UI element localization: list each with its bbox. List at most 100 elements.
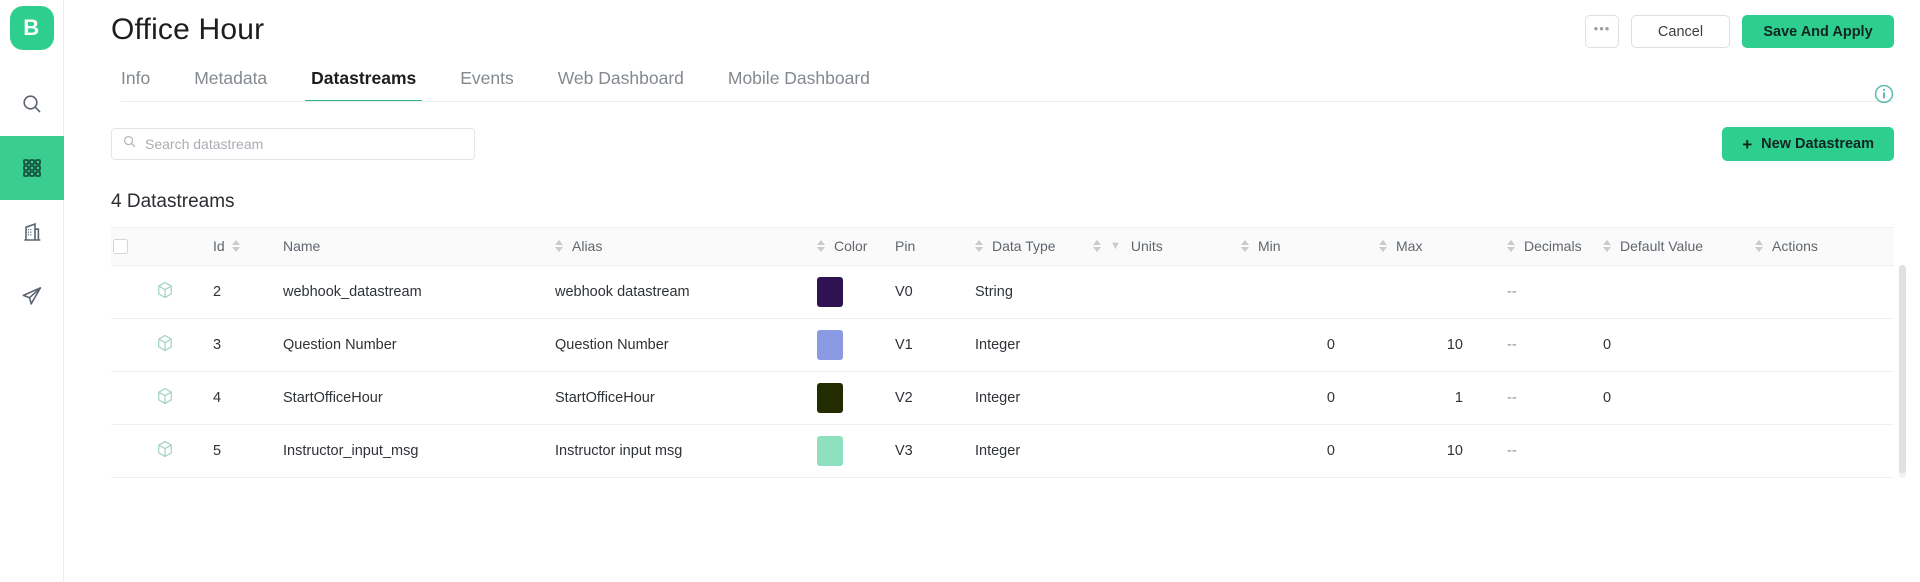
th-min-label: Min bbox=[1258, 238, 1281, 255]
cell-data-type: Integer bbox=[973, 424, 1091, 478]
sidebar-item-apps[interactable] bbox=[0, 136, 64, 200]
sort-min-control[interactable] bbox=[1379, 240, 1387, 253]
paper-plane-icon bbox=[20, 284, 44, 308]
page-title: Office Hour bbox=[111, 13, 265, 46]
save-and-apply-button[interactable]: Save And Apply bbox=[1742, 15, 1894, 48]
cell-default-value: 0 bbox=[1601, 318, 1753, 372]
tab-web-dashboard[interactable]: Web Dashboard bbox=[536, 62, 706, 102]
sidebar-item-send[interactable] bbox=[0, 264, 64, 328]
th-data-type: Data Type bbox=[973, 228, 1091, 265]
cell-actions[interactable] bbox=[1753, 264, 1894, 319]
cell-default-value bbox=[1601, 424, 1753, 478]
cell-min bbox=[1239, 264, 1377, 319]
row-datastream-icon-cell bbox=[153, 264, 211, 319]
cell-max: 1 bbox=[1377, 371, 1505, 425]
row-select-cell bbox=[111, 318, 153, 372]
row-datastream-icon-cell bbox=[153, 318, 211, 372]
cell-data-type: Integer bbox=[973, 318, 1091, 372]
cell-max: 10 bbox=[1377, 424, 1505, 478]
search-datastream-box[interactable] bbox=[111, 128, 475, 160]
cell-default-value bbox=[1601, 264, 1753, 319]
datastreams-table: Id Name Alias Color Pin Data Type ▼ Unit… bbox=[111, 228, 1894, 478]
cell-actions[interactable] bbox=[1753, 424, 1894, 478]
search-icon bbox=[122, 134, 137, 154]
info-circle-icon[interactable] bbox=[1874, 84, 1894, 104]
sort-decimals-control[interactable] bbox=[1603, 240, 1611, 253]
tab-info[interactable]: Info bbox=[111, 62, 172, 102]
cell-color bbox=[815, 371, 893, 425]
cell-alias: Question Number bbox=[553, 318, 815, 372]
more-options-button[interactable]: ••• bbox=[1585, 15, 1619, 48]
cell-actions[interactable] bbox=[1753, 371, 1894, 425]
cell-actions[interactable] bbox=[1753, 318, 1894, 372]
tab-metadata[interactable]: Metadata bbox=[172, 62, 289, 102]
sidebar-item-organization[interactable] bbox=[0, 200, 64, 264]
building-icon bbox=[20, 220, 44, 244]
th-actions: Actions bbox=[1753, 228, 1894, 265]
cell-min: 0 bbox=[1239, 318, 1377, 372]
app-logo[interactable]: B bbox=[9, 6, 54, 50]
color-swatch[interactable] bbox=[817, 276, 843, 307]
table-row[interactable]: 3 Question Number Question Number V1 Int… bbox=[111, 318, 1894, 372]
th-decimals: Decimals bbox=[1505, 228, 1601, 265]
cell-default-value: 0 bbox=[1601, 371, 1753, 425]
table-header: Id Name Alias Color Pin Data Type ▼ Unit… bbox=[111, 228, 1894, 265]
cell-data-type: String bbox=[973, 264, 1091, 319]
row-datastream-icon-cell bbox=[153, 371, 211, 425]
sidebar-item-search[interactable] bbox=[0, 72, 64, 136]
tab-events[interactable]: Events bbox=[438, 62, 536, 102]
select-all-checkbox[interactable] bbox=[113, 238, 128, 254]
page-header: Office Hour ••• Cancel Save And Apply bbox=[64, 0, 1920, 52]
table-row[interactable]: 4 StartOfficeHour StartOfficeHour V2 Int… bbox=[111, 371, 1894, 425]
cell-name: webhook_datastream bbox=[281, 264, 553, 319]
sort-alias-control[interactable] bbox=[817, 240, 825, 253]
table-row[interactable]: 5 Instructor_input_msg Instructor input … bbox=[111, 424, 1894, 478]
tab-bar: Info Metadata Datastreams Events Web Das… bbox=[64, 62, 1920, 102]
table-row[interactable]: 2 webhook_datastream webhook datastream … bbox=[111, 264, 1894, 319]
th-units-label: Units bbox=[1130, 238, 1163, 255]
sort-pin-control[interactable] bbox=[975, 240, 983, 253]
th-color-label: Color bbox=[834, 238, 868, 255]
cell-decimals: -- bbox=[1505, 264, 1601, 319]
th-units: ▼ Units bbox=[1091, 228, 1239, 265]
cell-id: 3 bbox=[211, 318, 281, 372]
cell-min: 0 bbox=[1239, 371, 1377, 425]
filter-data-type-icon[interactable]: ▼ bbox=[1110, 240, 1121, 252]
cell-min: 0 bbox=[1239, 424, 1377, 478]
row-select-cell bbox=[111, 424, 153, 478]
tab-datastreams[interactable]: Datastreams bbox=[289, 62, 438, 102]
datastream-count: 4 Datastreams bbox=[111, 191, 235, 212]
search-input[interactable] bbox=[145, 136, 464, 152]
cancel-button[interactable]: Cancel bbox=[1631, 15, 1730, 48]
th-alias: Alias bbox=[553, 228, 815, 265]
th-decimals-label: Decimals bbox=[1524, 238, 1582, 255]
cube-icon bbox=[155, 280, 211, 304]
search-icon bbox=[20, 92, 44, 116]
table-scrollbar-thumb[interactable] bbox=[1899, 265, 1906, 473]
sort-units-control[interactable] bbox=[1241, 240, 1249, 253]
th-select-all bbox=[111, 228, 153, 265]
more-dots-icon: ••• bbox=[1593, 20, 1611, 36]
tab-mobile-dashboard[interactable]: Mobile Dashboard bbox=[706, 62, 892, 102]
color-swatch[interactable] bbox=[817, 382, 843, 413]
th-name-label: Name bbox=[283, 238, 321, 255]
cell-id: 2 bbox=[211, 264, 281, 319]
sort-id-control[interactable] bbox=[231, 240, 240, 253]
color-swatch[interactable] bbox=[817, 435, 843, 466]
sort-default-value-control[interactable] bbox=[1755, 240, 1763, 253]
sort-name-control[interactable] bbox=[555, 240, 563, 253]
sort-data-type-control[interactable] bbox=[1093, 240, 1101, 253]
color-swatch[interactable] bbox=[817, 329, 843, 360]
new-datastream-button[interactable]: + New Datastream bbox=[1722, 127, 1894, 161]
grid-apps-icon bbox=[20, 156, 44, 180]
cell-name: StartOfficeHour bbox=[281, 371, 553, 425]
th-name: Name bbox=[281, 228, 553, 265]
cell-color bbox=[815, 318, 893, 372]
plus-icon: + bbox=[1742, 134, 1753, 154]
cell-id: 4 bbox=[211, 371, 281, 425]
table-body: 2 webhook_datastream webhook datastream … bbox=[111, 264, 1894, 478]
sort-max-control[interactable] bbox=[1507, 240, 1515, 253]
cell-max: 10 bbox=[1377, 318, 1505, 372]
datastream-toolbar: + New Datastream bbox=[64, 127, 1920, 161]
table-scrollbar-track[interactable] bbox=[1899, 265, 1906, 478]
